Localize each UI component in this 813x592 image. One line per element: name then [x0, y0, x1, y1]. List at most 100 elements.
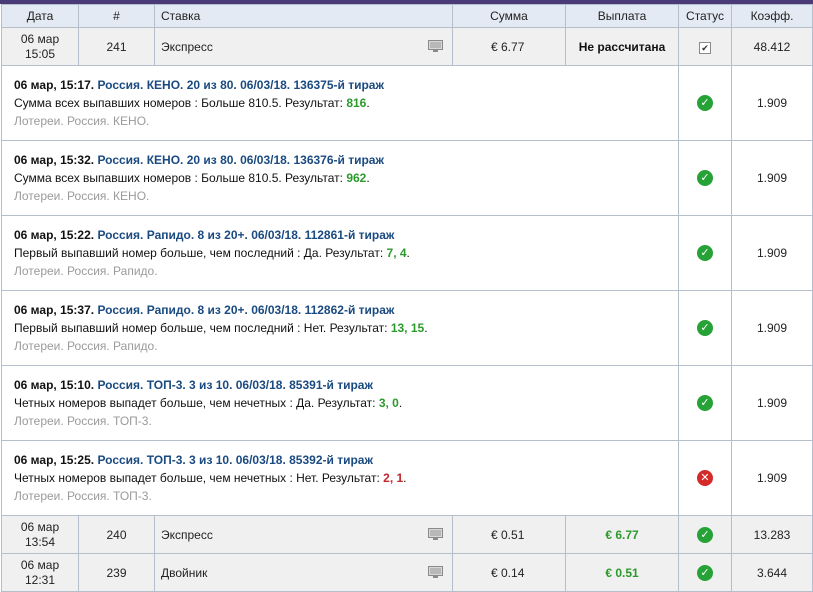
event-row: 06 мар, 15:17. Россия. КЕНО. 20 из 80. 0…	[1, 65, 813, 141]
monitor-icon[interactable]	[428, 565, 443, 579]
bet-date-time: 12:31	[24, 572, 56, 587]
event-title: 06 мар, 15:25. Россия. ТОП-3. 3 из 10. 0…	[14, 451, 678, 469]
event-result: 3, 0	[378, 396, 399, 410]
bet-row[interactable]: 06 мар 13:54 240 Экспресс € 0.51 € 6.77 …	[1, 515, 813, 554]
event-title: 06 мар, 15:22. Россия. Рапидо. 8 из 20+.…	[14, 226, 678, 244]
event-coef: 1.909	[731, 290, 813, 366]
event-status: ✓	[678, 365, 732, 441]
bet-status: ✓	[678, 515, 732, 554]
col-header-stake[interactable]: Ставка	[154, 4, 453, 28]
bet-date-day: 06 мар	[20, 31, 60, 46]
event-name[interactable]: Россия. ТОП-3. 3 из 10. 06/03/18. 85392-…	[97, 453, 373, 467]
event-league: Лотереи. Россия. ТОП-3.	[14, 489, 152, 503]
event-row: 06 мар, 15:10. Россия. ТОП-3. 3 из 10. 0…	[1, 365, 813, 441]
event-market-text: Первый выпавший номер больше, чем послед…	[14, 246, 384, 260]
event-market-text: Сумма всех выпавших номеров : Больше 810…	[14, 171, 343, 185]
bet-type: Экспресс	[161, 527, 213, 542]
event-details: 06 мар, 15:10. Россия. ТОП-3. 3 из 10. 0…	[1, 365, 679, 441]
event-coef: 1.909	[731, 440, 813, 516]
bet-row[interactable]: 06 мар 12:31 239 Двойник € 0.14 € 0.51 ✓…	[1, 553, 813, 592]
event-status: ✓	[678, 140, 732, 216]
monitor-icon[interactable]	[428, 527, 443, 541]
bet-coef: 3.644	[731, 553, 813, 592]
col-header-coef[interactable]: Коэфф.	[731, 4, 813, 28]
col-header-payout[interactable]: Выплата	[565, 4, 679, 28]
bet-amount: € 0.14	[452, 553, 566, 592]
event-row: 06 мар, 15:22. Россия. Рапидо. 8 из 20+.…	[1, 215, 813, 291]
monitor-icon[interactable]	[428, 39, 443, 53]
event-league: Лотереи. Россия. КЕНО.	[14, 189, 150, 203]
event-name[interactable]: Россия. Рапидо. 8 из 20+. 06/03/18. 1128…	[97, 303, 394, 317]
event-time: 06 мар, 15:37.	[14, 303, 95, 317]
col-header-number[interactable]: #	[78, 4, 155, 28]
event-result: 2, 1	[383, 471, 404, 485]
bet-type: Экспресс	[161, 39, 213, 54]
table-header-row: Дата # Ставка Сумма Выплата Статус Коэфф…	[1, 4, 813, 28]
event-time: 06 мар, 15:22.	[14, 228, 95, 242]
event-name[interactable]: Россия. КЕНО. 20 из 80. 06/03/18. 136376…	[97, 153, 384, 167]
event-result: 13, 15	[390, 321, 425, 335]
bet-stake-cell: Экспресс	[154, 515, 453, 554]
event-result: 816	[346, 96, 367, 110]
event-status: ✕	[678, 440, 732, 516]
event-coef: 1.909	[731, 215, 813, 291]
bet-payout: € 0.51	[565, 553, 679, 592]
event-market: Первый выпавший номер больше, чем послед…	[14, 321, 428, 335]
event-time: 06 мар, 15:17.	[14, 78, 95, 92]
bet-number: 239	[78, 553, 155, 592]
bet-amount: € 6.77	[452, 27, 566, 66]
event-market-text: Четных номеров выпадет больше, чем нечет…	[14, 396, 376, 410]
event-name[interactable]: Россия. КЕНО. 20 из 80. 06/03/18. 136375…	[97, 78, 384, 92]
event-row: 06 мар, 15:25. Россия. ТОП-3. 3 из 10. 0…	[1, 440, 813, 516]
event-coef: 1.909	[731, 365, 813, 441]
event-market: Сумма всех выпавших номеров : Больше 810…	[14, 171, 370, 185]
event-coef: 1.909	[731, 65, 813, 141]
event-league: Лотереи. Россия. КЕНО.	[14, 114, 150, 128]
event-market: Четных номеров выпадет больше, чем нечет…	[14, 396, 403, 410]
event-result: 7, 4	[386, 246, 407, 260]
event-details: 06 мар, 15:17. Россия. КЕНО. 20 из 80. 0…	[1, 65, 679, 141]
col-header-status[interactable]: Статус	[678, 4, 732, 28]
bet-date-time: 15:05	[24, 46, 56, 61]
event-market: Четных номеров выпадет больше, чем нечет…	[14, 471, 407, 485]
event-name[interactable]: Россия. Рапидо. 8 из 20+. 06/03/18. 1128…	[97, 228, 394, 242]
check-circle-icon: ✓	[697, 320, 713, 336]
event-coef: 1.909	[731, 140, 813, 216]
col-header-date[interactable]: Дата	[1, 4, 79, 28]
event-result: 962	[346, 171, 367, 185]
event-name[interactable]: Россия. ТОП-3. 3 из 10. 06/03/18. 85391-…	[97, 378, 373, 392]
bet-stake-cell: Двойник	[154, 553, 453, 592]
event-status: ✓	[678, 65, 732, 141]
event-row: 06 мар, 15:37. Россия. Рапидо. 8 из 20+.…	[1, 290, 813, 366]
event-title: 06 мар, 15:37. Россия. Рапидо. 8 из 20+.…	[14, 301, 678, 319]
bet-payout: € 6.77	[565, 515, 679, 554]
check-circle-icon: ✓	[697, 395, 713, 411]
bet-history-table: Дата # Ставка Сумма Выплата Статус Коэфф…	[1, 4, 813, 592]
bet-date: 06 мар 15:05	[1, 27, 79, 66]
event-league: Лотереи. Россия. ТОП-3.	[14, 414, 152, 428]
event-title: 06 мар, 15:17. Россия. КЕНО. 20 из 80. 0…	[14, 76, 678, 94]
event-status: ✓	[678, 290, 732, 366]
checkbox-icon[interactable]: ✔	[699, 41, 711, 54]
event-market: Сумма всех выпавших номеров : Больше 810…	[14, 96, 370, 110]
check-circle-icon: ✓	[697, 564, 713, 581]
event-market-text: Четных номеров выпадет больше, чем нечет…	[14, 471, 380, 485]
check-circle-icon: ✓	[697, 95, 713, 111]
bet-amount: € 0.51	[452, 515, 566, 554]
event-market-text: Сумма всех выпавших номеров : Больше 810…	[14, 96, 343, 110]
event-title: 06 мар, 15:10. Россия. ТОП-3. 3 из 10. 0…	[14, 376, 678, 394]
event-league: Лотереи. Россия. Рапидо.	[14, 339, 158, 353]
bet-row[interactable]: 06 мар 15:05 241 Экспресс € 6.77 Не расс…	[1, 27, 813, 66]
col-header-amount[interactable]: Сумма	[452, 4, 566, 28]
bet-date: 06 мар 13:54	[1, 515, 79, 554]
event-league: Лотереи. Россия. Рапидо.	[14, 264, 158, 278]
check-circle-icon: ✓	[697, 245, 713, 261]
event-details: 06 мар, 15:22. Россия. Рапидо. 8 из 20+.…	[1, 215, 679, 291]
bet-status: ✔	[678, 27, 732, 66]
event-title: 06 мар, 15:32. Россия. КЕНО. 20 из 80. 0…	[14, 151, 678, 169]
bet-number: 240	[78, 515, 155, 554]
event-details: 06 мар, 15:25. Россия. ТОП-3. 3 из 10. 0…	[1, 440, 679, 516]
event-status: ✓	[678, 215, 732, 291]
check-circle-icon: ✓	[697, 170, 713, 186]
bet-date-time: 13:54	[24, 534, 56, 549]
